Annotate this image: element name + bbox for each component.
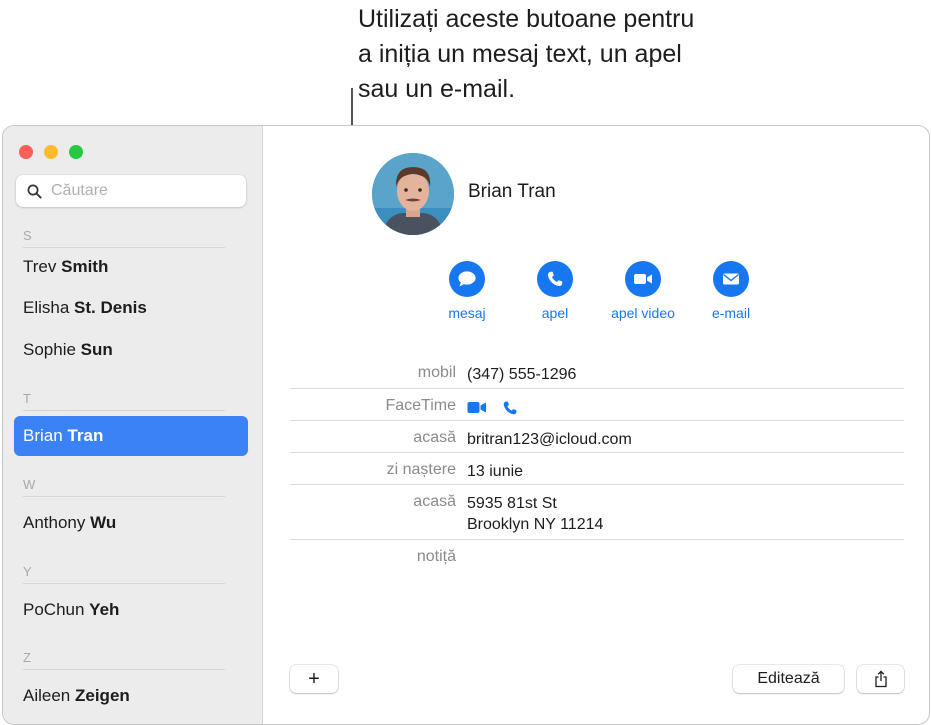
contact-last-name: St. Denis bbox=[74, 298, 147, 317]
avatar[interactable] bbox=[372, 153, 454, 235]
field-label-facetime: FaceTime bbox=[385, 397, 456, 414]
contact-list-item[interactable]: Trev Smith bbox=[14, 247, 248, 287]
contact-detail-pane: Brian Tran mesaj apel apel video e-mail … bbox=[263, 126, 929, 724]
address-line-1: 5935 81st St bbox=[467, 495, 557, 512]
field-value-facetime bbox=[467, 397, 518, 418]
search-field bbox=[16, 175, 246, 207]
email-action-button[interactable]: e-mail bbox=[686, 261, 776, 321]
field-label-birthday: zi naștere bbox=[386, 461, 456, 478]
message-action-button[interactable]: mesaj bbox=[422, 261, 512, 321]
facetime-video-icon[interactable] bbox=[467, 401, 487, 414]
field-value-home-email[interactable]: britran123@icloud.com bbox=[467, 429, 632, 450]
callout-line-3: sau un e-mail. bbox=[358, 75, 516, 103]
contact-last-name: Tran bbox=[67, 426, 104, 445]
action-label: apel bbox=[541, 305, 569, 321]
section-header-y: Y bbox=[23, 564, 225, 584]
action-label: e-mail bbox=[711, 305, 751, 321]
share-icon bbox=[874, 670, 887, 688]
divider bbox=[290, 452, 904, 453]
contact-first-name: PoChun bbox=[23, 600, 85, 619]
contacts-window: S Trev Smith Elisha St. Denis Sophie Sun… bbox=[2, 125, 930, 725]
phone-icon bbox=[547, 271, 563, 287]
contact-list-item[interactable]: Sophie Sun bbox=[14, 330, 248, 370]
field-value-home-address[interactable]: 5935 81st St Brooklyn NY 11214 bbox=[467, 493, 603, 535]
section-header-z: Z bbox=[23, 650, 225, 670]
action-label: apel video bbox=[611, 305, 675, 321]
callout-line-2: a iniția un mesaj text, un apel bbox=[358, 40, 682, 68]
section-header-w: W bbox=[23, 477, 225, 497]
contact-first-name: Brian bbox=[23, 426, 63, 445]
contact-last-name: Smith bbox=[61, 257, 109, 276]
field-label-home-address: acasă bbox=[413, 493, 456, 510]
field-label-home-email: acasă bbox=[413, 429, 456, 446]
action-label: mesaj bbox=[448, 305, 486, 321]
search-input[interactable] bbox=[49, 181, 233, 201]
close-button[interactable] bbox=[19, 145, 33, 159]
contact-first-name: Sophie bbox=[23, 340, 76, 359]
callout-annotation: Utilizați aceste butoane pentru a iniția… bbox=[358, 2, 778, 107]
zoom-button[interactable] bbox=[69, 145, 83, 159]
field-value-note[interactable] bbox=[467, 548, 847, 569]
contact-list-item[interactable]: PoChun Yeh bbox=[14, 590, 248, 630]
contact-list-item[interactable]: Elisha St. Denis bbox=[14, 288, 248, 328]
field-label-note: notiță bbox=[416, 548, 456, 565]
contact-last-name: Yeh bbox=[89, 600, 120, 619]
call-action-button[interactable]: apel bbox=[510, 261, 600, 321]
avatar-photo bbox=[372, 153, 454, 235]
sidebar: S Trev Smith Elisha St. Denis Sophie Sun… bbox=[3, 126, 263, 724]
video-camera-icon bbox=[634, 274, 652, 284]
message-bubble-icon bbox=[458, 271, 476, 287]
section-header-s: S bbox=[23, 228, 225, 248]
video-call-action-button[interactable]: apel video bbox=[598, 261, 688, 321]
section-header-t: T bbox=[23, 391, 225, 411]
field-value-mobile[interactable]: (347) 555-1296 bbox=[467, 364, 576, 385]
minimize-button[interactable] bbox=[44, 145, 58, 159]
field-value-birthday[interactable]: 13 iunie bbox=[467, 461, 523, 482]
contact-list-item[interactable]: Anthony Wu bbox=[14, 503, 248, 543]
search-icon bbox=[27, 184, 42, 199]
address-line-2: Brooklyn NY 11214 bbox=[467, 516, 604, 533]
divider bbox=[290, 388, 904, 389]
facetime-audio-icon[interactable] bbox=[502, 400, 518, 416]
contact-first-name: Aileen bbox=[23, 686, 71, 705]
contact-first-name: Elisha bbox=[23, 298, 70, 317]
divider bbox=[290, 484, 904, 485]
contact-name: Brian Tran bbox=[468, 181, 556, 202]
contact-list-item-selected[interactable]: Brian Tran bbox=[14, 416, 248, 456]
divider bbox=[290, 539, 904, 540]
contact-last-name: Zeigen bbox=[75, 686, 130, 705]
field-label-mobile: mobil bbox=[417, 364, 456, 381]
contact-first-name: Trev bbox=[23, 257, 57, 276]
envelope-icon bbox=[723, 273, 739, 285]
contact-first-name: Anthony bbox=[23, 513, 86, 532]
callout-line-1: Utilizați aceste butoane pentru bbox=[358, 5, 695, 33]
add-button[interactable]: + bbox=[290, 665, 338, 693]
contact-last-name: Wu bbox=[90, 513, 117, 532]
divider bbox=[290, 420, 904, 421]
contact-last-name: Sun bbox=[80, 340, 113, 359]
share-button[interactable] bbox=[857, 665, 904, 693]
contact-list-item[interactable]: Aileen Zeigen bbox=[14, 676, 248, 716]
edit-button[interactable]: Editează bbox=[733, 665, 844, 693]
